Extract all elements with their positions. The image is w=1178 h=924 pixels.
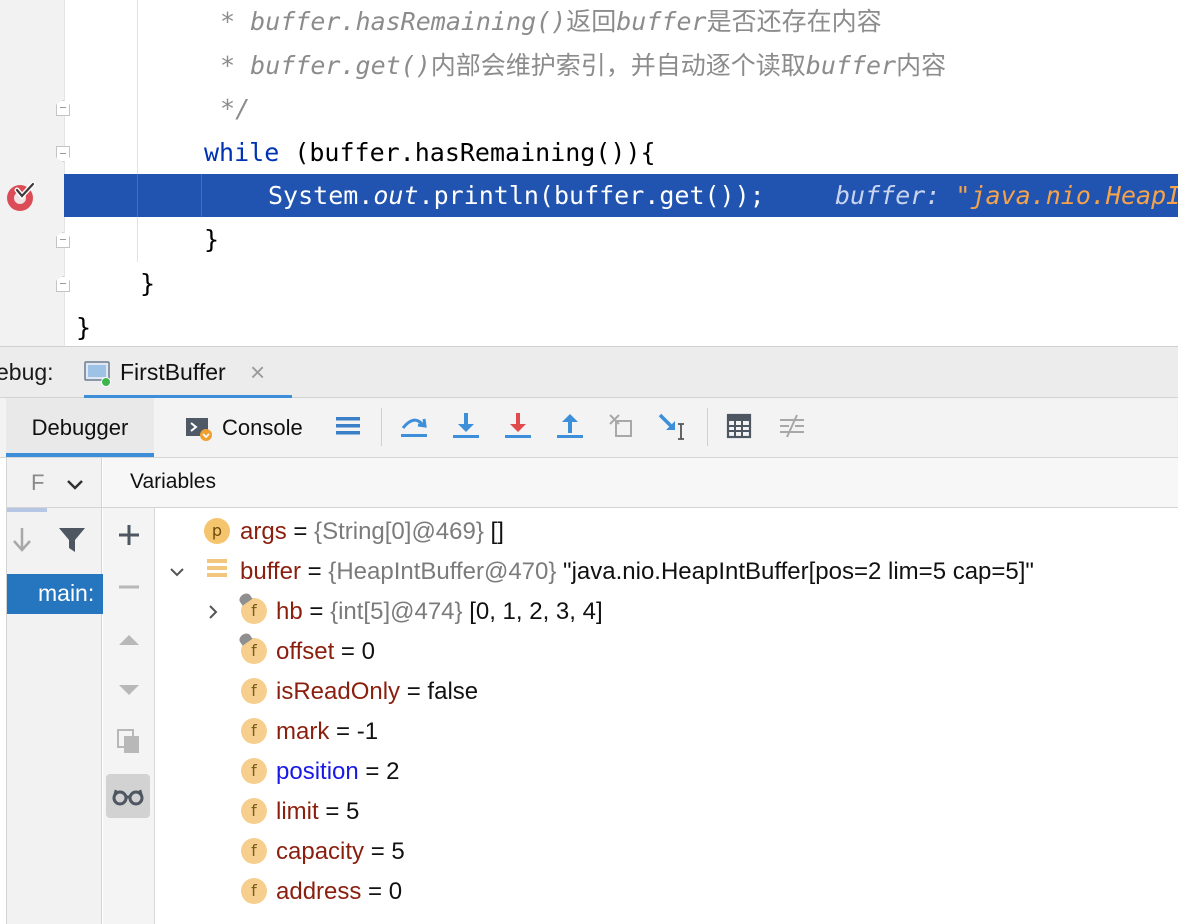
variables-actions xyxy=(103,508,155,924)
variable-row-hb[interactable]: f hb = {int[5]@474} [0, 1, 2, 3, 4] xyxy=(155,591,1178,632)
toolbar-separator xyxy=(381,408,382,446)
layout-icon[interactable] xyxy=(334,410,364,442)
field-icon: f xyxy=(241,798,267,824)
debug-toolbar: Debugger Console xyxy=(0,398,1178,458)
variable-text: args = {String[0]@469} [] xyxy=(240,518,504,545)
variable-row-position[interactable]: f position = 2 xyxy=(155,752,1178,792)
indent-guide xyxy=(137,174,138,217)
variable-row-buffer[interactable]: buffer = {HeapIntBuffer@470} "java.nio.H… xyxy=(155,552,1178,592)
drop-frame-icon[interactable] xyxy=(607,410,637,442)
variable-row-args[interactable]: p args = {String[0]@469} [] xyxy=(155,512,1178,552)
force-step-into-icon[interactable] xyxy=(503,410,533,442)
fold-start-icon[interactable] xyxy=(56,146,70,162)
session-name: FirstBuffer xyxy=(120,359,226,385)
frames-toolbar xyxy=(7,508,103,572)
run-to-cursor-icon[interactable] xyxy=(657,410,687,442)
console-icon xyxy=(186,418,212,441)
closing-brace: } xyxy=(140,269,156,298)
variable-text: isReadOnly = false xyxy=(276,678,479,705)
while-line: while (buffer.hasRemaining()){ xyxy=(204,138,656,167)
variables-title: Variables xyxy=(130,470,216,493)
variable-text: hb = {int[5]@474} [0, 1, 2, 3, 4] xyxy=(276,598,603,625)
tab-console-label: Console xyxy=(222,415,303,440)
code-editor[interactable]: * buffer.hasRemaining()返回buffer是否还存在内容 *… xyxy=(0,0,1178,346)
current-execution-line[interactable]: System.out.println(buffer.get()); buffer… xyxy=(64,174,1178,217)
chevron-right-icon[interactable] xyxy=(205,604,221,620)
variable-row-offset[interactable]: f offset = 0 xyxy=(155,631,1178,672)
debug-label: ebug: xyxy=(0,359,54,385)
debug-session-tab[interactable]: FirstBuffer × xyxy=(84,347,292,399)
trace-icon[interactable] xyxy=(777,410,807,442)
field-icon: f xyxy=(241,838,267,864)
move-down-icon[interactable] xyxy=(114,674,144,704)
variable-text: address = 0 xyxy=(276,878,403,905)
variables-header: Variables xyxy=(103,458,1178,508)
closing-brace: } xyxy=(76,313,92,342)
variable-text: mark = -1 xyxy=(276,718,379,745)
step-out-icon[interactable] xyxy=(555,410,585,442)
variables-tree[interactable]: p args = {String[0]@469} [] buffer = {He… xyxy=(155,510,1178,924)
step-over-icon[interactable] xyxy=(399,410,429,442)
breakpoint-icon[interactable] xyxy=(6,182,36,212)
step-into-icon[interactable] xyxy=(451,410,481,442)
tab-console[interactable]: Console xyxy=(185,398,303,457)
copy-icon[interactable] xyxy=(114,726,144,756)
arrow-down-icon[interactable] xyxy=(9,524,35,556)
thread-selector-label: F xyxy=(31,470,45,495)
field-icon: f xyxy=(241,758,267,784)
scroll-indicator xyxy=(7,508,47,512)
variable-row-address[interactable]: f address = 0 xyxy=(155,872,1178,912)
chevron-down-icon[interactable] xyxy=(169,564,185,580)
move-up-icon[interactable] xyxy=(114,624,144,654)
close-icon[interactable]: × xyxy=(250,357,265,388)
add-watch-icon[interactable] xyxy=(114,520,144,550)
calculator-icon[interactable] xyxy=(725,410,755,442)
closing-brace: } xyxy=(204,225,220,254)
tab-debugger[interactable]: Debugger xyxy=(6,398,154,457)
parameter-icon: p xyxy=(204,518,230,544)
fold-end-icon[interactable] xyxy=(56,276,70,292)
field-icon: f xyxy=(241,878,267,904)
frame-label: main: xyxy=(38,580,95,606)
fold-end-icon[interactable] xyxy=(56,100,70,116)
variable-row-isreadonly[interactable]: f isReadOnly = false xyxy=(155,672,1178,712)
frames-panel: F main: xyxy=(6,458,103,924)
inline-value-hint: buffer: "java.nio.HeapIntBuffer[pos=2 li… xyxy=(835,181,1178,210)
editor-gutter[interactable] xyxy=(0,0,70,346)
variable-text: buffer = {HeapIntBuffer@470} "java.nio.H… xyxy=(240,558,1034,585)
variable-row-capacity[interactable]: f capacity = 5 xyxy=(155,832,1178,872)
toolbar-separator xyxy=(707,408,708,446)
variable-row-mark[interactable]: f mark = -1 xyxy=(155,712,1178,752)
exec-code: System.out.println(buffer.get()); xyxy=(268,181,765,210)
indent-guide xyxy=(201,174,202,217)
indent-guide xyxy=(137,0,138,262)
run-config-icon xyxy=(84,361,111,387)
field-icon: f xyxy=(241,678,267,704)
chevron-down-icon xyxy=(67,480,83,490)
glasses-icon xyxy=(112,789,144,806)
variable-text: limit = 5 xyxy=(276,798,360,825)
comment-line: * buffer.get()内部会维护索引，并自动逐个读取buffer内容 xyxy=(205,51,947,80)
filter-icon[interactable] xyxy=(57,524,87,556)
remove-watch-icon[interactable] xyxy=(114,572,144,602)
comment-line: * buffer.hasRemaining()返回buffer是否还存在内容 xyxy=(205,7,882,36)
variable-row-limit[interactable]: f limit = 5 xyxy=(155,792,1178,832)
debug-tool-window-header: ebug: FirstBuffer × xyxy=(0,346,1178,399)
variable-text: capacity = 5 xyxy=(276,838,405,865)
stack-frame-selected[interactable]: main: xyxy=(7,574,103,614)
thread-selector[interactable]: F xyxy=(7,458,103,508)
field-icon: f xyxy=(241,718,267,744)
fold-end-icon[interactable] xyxy=(56,232,70,248)
comment-end-line: */ xyxy=(205,94,251,123)
object-icon xyxy=(207,559,227,577)
show-watches-toggle[interactable] xyxy=(106,774,150,818)
variable-text: position = 2 xyxy=(276,758,400,785)
variable-text: offset = 0 xyxy=(276,638,375,665)
